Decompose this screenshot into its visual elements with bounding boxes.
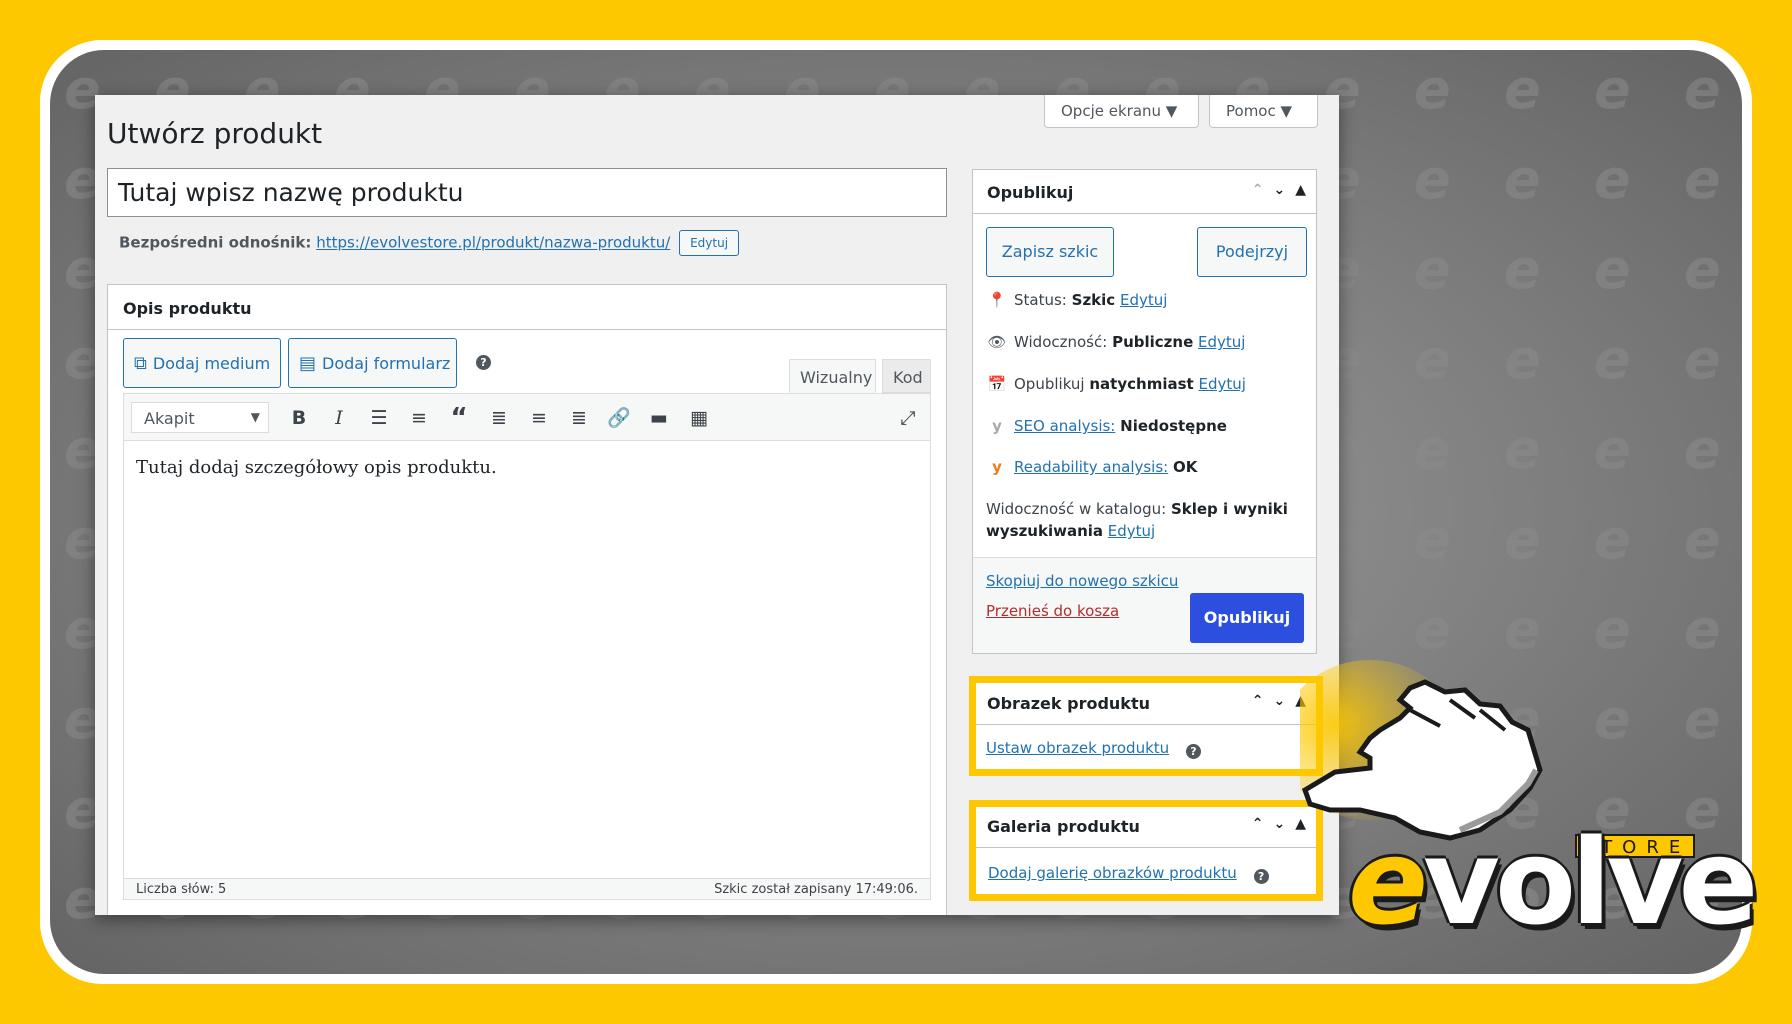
status-edit-link[interactable]: Edytuj xyxy=(1120,291,1167,309)
format-select-value: Akapit xyxy=(144,409,195,428)
catalog-value-2: wyszukiwania xyxy=(986,522,1104,540)
brand-logo-e: e xyxy=(1348,813,1428,951)
wp-admin-screen: Opcje ekranu ▼ Pomoc ▼ Utwórz produkt Tu… xyxy=(95,95,1339,915)
add-form-button[interactable]: ▤ Dodaj formularz xyxy=(288,338,457,388)
page-title: Utwórz produkt xyxy=(107,117,323,150)
saved-status: Szkic został zapisany 17:49:06. xyxy=(714,882,918,897)
seo-analysis-link[interactable]: SEO analysis: xyxy=(1014,417,1115,435)
toggle-panel-icon[interactable]: ▲ xyxy=(1295,182,1306,198)
publish-button[interactable]: Opublikuj xyxy=(1190,593,1304,643)
yoast-seo-icon: y xyxy=(992,417,1002,435)
brand-logo: evolve xyxy=(1348,823,1758,941)
chevron-down-icon: ▼ xyxy=(250,410,260,424)
editor-content[interactable]: Tutaj dodaj szczegółowy opis produktu. xyxy=(123,441,931,878)
add-form-label: Dodaj formularz xyxy=(322,354,451,373)
save-draft-button[interactable]: Zapisz szkic xyxy=(986,227,1114,277)
word-count: Liczba słów: 5 xyxy=(136,882,227,897)
form-icon: ▤ xyxy=(299,353,317,374)
highlight-product-image xyxy=(969,676,1323,776)
yoast-readability-icon: y xyxy=(992,458,1002,476)
readability-row: y Readability analysis: OK xyxy=(986,458,1197,476)
catalog-value-1: Sklep i wyniki xyxy=(1170,500,1288,518)
publish-actions: Skopiuj do nowego szkicu Przenieś do kos… xyxy=(973,557,1316,653)
visibility-row: 👁 Widoczność: Publiczne Edytuj xyxy=(987,333,1246,351)
copy-to-draft-link[interactable]: Skopiuj do nowego szkicu xyxy=(986,572,1178,590)
status-value: Szkic xyxy=(1071,291,1116,309)
numbered-list-icon[interactable]: ≡ xyxy=(405,404,433,432)
catalog-visibility-row: Widoczność w katalogu: Sklep i wyniki wy… xyxy=(986,500,1288,540)
fullscreen-icon[interactable]: ⤢ xyxy=(894,404,922,432)
link-icon[interactable]: 🔗 xyxy=(605,404,633,432)
blockquote-icon[interactable]: “ xyxy=(445,404,473,432)
italic-icon[interactable]: I xyxy=(325,404,353,432)
schedule-value: natychmiast xyxy=(1089,375,1194,393)
tab-visual[interactable]: Wizualny xyxy=(789,359,876,393)
permalink-edit-button[interactable]: Edytuj xyxy=(679,230,740,256)
format-select[interactable]: Akapit ▼ xyxy=(131,402,269,433)
bold-icon[interactable]: B xyxy=(285,404,313,432)
catalog-edit-link[interactable]: Edytuj xyxy=(1108,522,1155,540)
move-up-icon[interactable]: ⌃ xyxy=(1252,182,1264,198)
visibility-edit-link[interactable]: Edytuj xyxy=(1198,333,1245,351)
pin-icon: 📍 xyxy=(987,291,1007,309)
eye-icon: 👁 xyxy=(987,333,1007,351)
preview-button[interactable]: Podejrzyj xyxy=(1197,227,1307,277)
media-icon: ⧉ xyxy=(134,353,147,374)
publish-heading: Opublikuj ⌃ ⌄ ▲ xyxy=(973,170,1316,214)
status-row: 📍 Status: Szkic Edytuj xyxy=(987,291,1168,309)
editor-toolbar: Akapit ▼ B I ☰ ≡ “ ≣ ≡ ≣ 🔗 ▬ ▦ ⤢ xyxy=(123,393,931,441)
calendar-icon: 📅 xyxy=(987,375,1007,393)
seo-row: y SEO analysis: Niedostępne xyxy=(986,417,1227,435)
bullet-list-icon[interactable]: ☰ xyxy=(365,404,393,432)
help-button[interactable]: Pomoc ▼ xyxy=(1209,95,1318,128)
description-heading: Opis produktu xyxy=(108,285,946,330)
publish-heading-label: Opublikuj xyxy=(987,183,1074,202)
brand-logo-word: volve xyxy=(1423,813,1758,951)
product-title-input[interactable]: Tutaj wpisz nazwę produktu xyxy=(107,168,947,217)
visibility-value: Publiczne xyxy=(1112,333,1194,351)
screen-options-button[interactable]: Opcje ekranu ▼ xyxy=(1044,95,1199,128)
toolbar-toggle-icon[interactable]: ▦ xyxy=(685,404,713,432)
add-media-label: Dodaj medium xyxy=(152,354,271,373)
move-down-icon[interactable]: ⌄ xyxy=(1273,182,1285,198)
schedule-edit-link[interactable]: Edytuj xyxy=(1198,375,1245,393)
permalink-label: Bezpośredni odnośnik: xyxy=(119,233,312,252)
schedule-row: 📅 Opublikuj natychmiast Edytuj xyxy=(987,375,1246,393)
align-left-icon[interactable]: ≣ xyxy=(485,404,513,432)
permalink: Bezpośredni odnośnik: https://evolvestor… xyxy=(119,230,740,256)
editor-statusbar: Liczba słów: 5 Szkic został zapisany 17:… xyxy=(123,878,931,900)
description-box: Opis produktu ⧉ Dodaj medium ▤ Dodaj formu… xyxy=(107,284,947,915)
seo-value: Niedostępne xyxy=(1120,417,1227,435)
publish-box: Opublikuj ⌃ ⌄ ▲ Zapisz szkic Podejrzyj 📍 St… xyxy=(972,169,1317,654)
permalink-url[interactable]: https://evolvestore.pl/produkt/nazwa-pro… xyxy=(316,234,670,252)
align-right-icon[interactable]: ≣ xyxy=(565,404,593,432)
readability-value: OK xyxy=(1173,458,1198,476)
align-center-icon[interactable]: ≡ xyxy=(525,404,553,432)
add-media-button[interactable]: ⧉ Dodaj medium xyxy=(123,338,281,388)
highlight-product-gallery xyxy=(969,800,1323,901)
box-controls: ⌃ ⌄ ▲ xyxy=(1242,182,1306,198)
move-to-trash-link[interactable]: Przenieś do kosza xyxy=(986,602,1119,620)
help-icon[interactable]: ? xyxy=(476,355,491,370)
read-more-icon[interactable]: ▬ xyxy=(645,404,673,432)
readability-analysis-link[interactable]: Readability analysis: xyxy=(1014,458,1168,476)
tab-code[interactable]: Kod xyxy=(882,359,931,393)
